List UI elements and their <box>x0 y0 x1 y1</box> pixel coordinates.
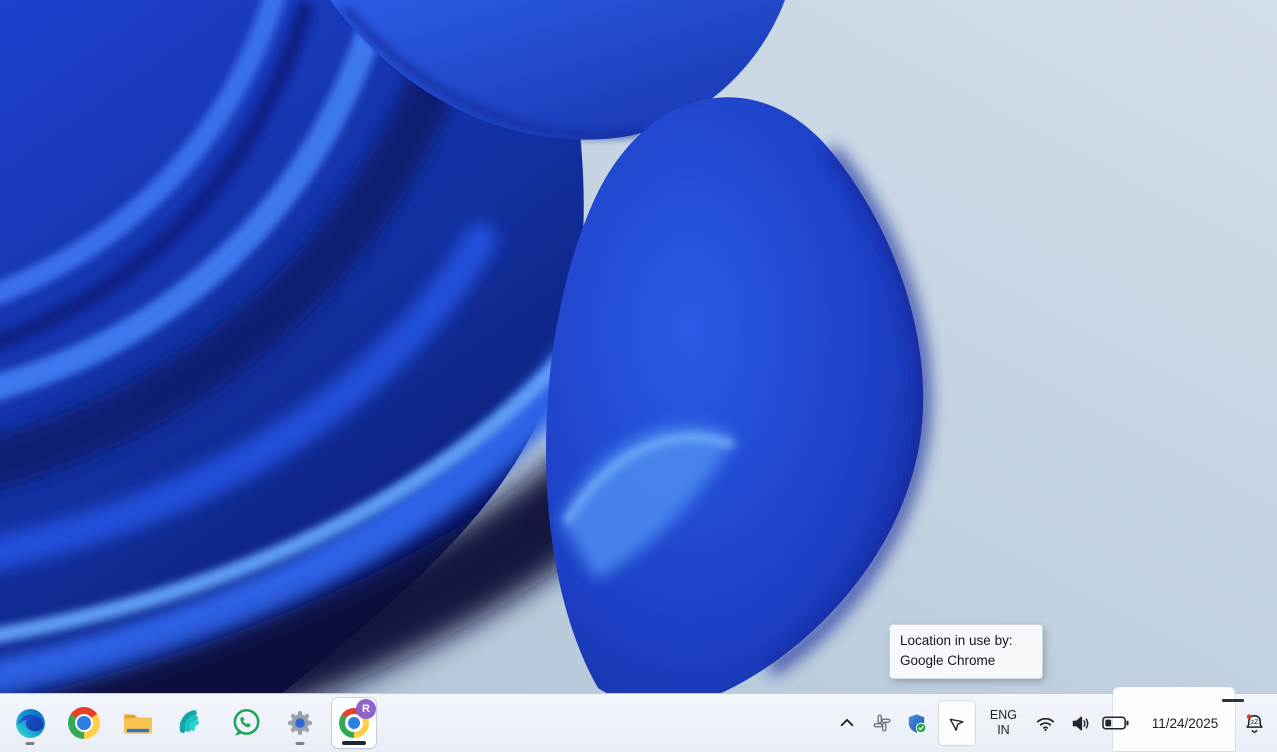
clock-hover-dash <box>1222 699 1244 702</box>
location-in-use-button[interactable] <box>938 701 975 745</box>
notification-center-button[interactable]: zZ <box>1241 703 1267 743</box>
language-line2: IN <box>997 723 1010 737</box>
speaker-icon <box>1072 716 1088 730</box>
tray-slack-button[interactable] <box>869 703 895 743</box>
whatsapp-icon <box>233 708 260 736</box>
language-indicator[interactable]: ENG IN <box>984 708 1023 738</box>
wallpaper-bloom <box>0 0 1277 752</box>
taskbar-app-chrome[interactable] <box>62 698 106 748</box>
taskbar-app-wave[interactable] <box>170 698 214 748</box>
chrome-profile-badge: R <box>356 699 376 719</box>
running-indicator <box>25 742 35 745</box>
taskbar-app-file-explorer[interactable] <box>116 698 160 748</box>
taskbar: R ENG IN 11/24/2025 zZ <box>0 687 1277 752</box>
taskbar-app-edge[interactable] <box>8 698 52 748</box>
taskbar-app-group: R <box>0 698 376 748</box>
notification-bell-dnd-icon: zZ <box>1245 713 1263 733</box>
tooltip-line1: Location in use by: <box>900 633 1013 648</box>
gear-icon <box>288 711 312 735</box>
desktop: Location in use by: Google Chrome R ENG … <box>0 0 1277 752</box>
date-text: 11/24/2025 <box>1151 715 1219 731</box>
active-window-indicator <box>342 741 366 745</box>
edge-icon <box>15 708 45 738</box>
folder-icon <box>124 714 152 734</box>
taskbar-app-whatsapp[interactable] <box>224 698 268 748</box>
taskbar-app-settings[interactable] <box>278 698 322 748</box>
chevron-up-icon <box>840 718 854 727</box>
battery-low-icon <box>1102 716 1129 730</box>
volume-button[interactable] <box>1067 703 1093 743</box>
taskbar-app-chrome-profile-r[interactable]: R <box>332 698 376 748</box>
running-indicator <box>295 742 305 745</box>
teal-waves-icon <box>179 710 199 734</box>
tooltip-line2: Google Chrome <box>900 652 996 668</box>
location-tooltip: Location in use by: Google Chrome <box>889 624 1043 679</box>
windows-security-button[interactable] <box>904 703 930 743</box>
battery-button[interactable] <box>1102 703 1129 743</box>
language-line1: ENG <box>989 708 1017 722</box>
bell-zz-text: zZ <box>1250 719 1258 726</box>
chrome-icon <box>68 707 100 739</box>
system-tray: ENG IN 11/24/2025 zZ <box>834 701 1277 745</box>
location-arrow-icon <box>950 718 965 731</box>
wifi-icon <box>1036 717 1054 731</box>
security-shield-icon <box>909 713 927 733</box>
slack-icon <box>873 714 891 732</box>
show-hidden-icons-button[interactable] <box>834 703 860 743</box>
clock-date[interactable]: 11/24/2025 <box>1138 716 1232 731</box>
wifi-button[interactable] <box>1032 703 1058 743</box>
